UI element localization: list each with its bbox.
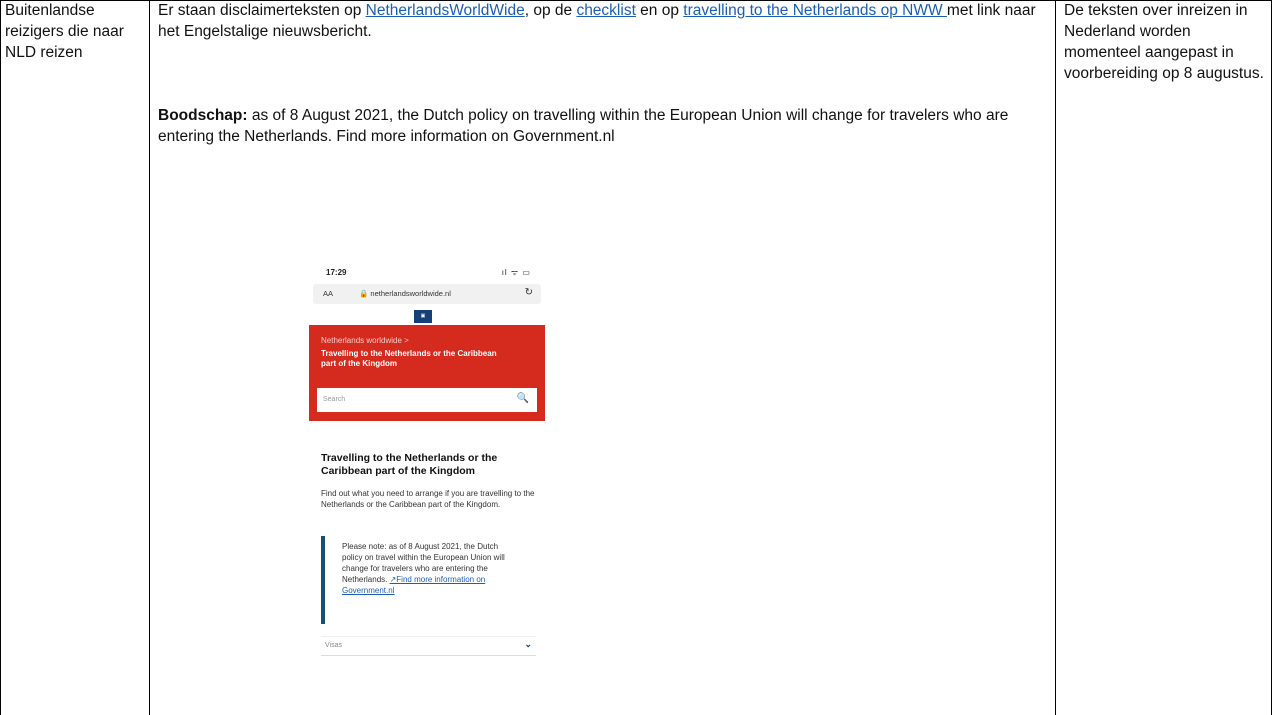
intro-text-start: Er staan disclaimerteksten op	[158, 2, 366, 19]
column-divider-1	[149, 0, 150, 715]
phone-visas-accordion: Visas ⌄	[321, 636, 536, 656]
link-checklist[interactable]: checklist	[576, 2, 635, 19]
phone-url-bar: AA 🔒 netherlandsworldwide.nl ↻	[313, 284, 541, 304]
signal-battery-icon: ıl ᯤ ▭	[501, 268, 531, 277]
government-logo: ▣	[414, 310, 432, 323]
boodschap-text: as of 8 August 2021, the Dutch policy on…	[158, 107, 1009, 145]
phone-page-title: Travelling to the Netherlands or the Car…	[321, 452, 498, 477]
phone-search-box: Search 🔍	[317, 388, 537, 412]
phone-url: 🔒 netherlandsworldwide.nl	[359, 289, 451, 298]
phone-screenshot: 17:29 ıl ᯤ ▭ AA 🔒 netherlandsworldwide.n…	[309, 262, 545, 670]
reload-icon: ↻	[524, 287, 533, 298]
link-travelling-to-netherlands[interactable]: travelling to the Netherlands op NWW	[683, 2, 947, 19]
message-cell: Er staan disclaimerteksten op Netherland…	[158, 0, 1038, 147]
status-cell: De teksten over inreizen in Nederland wo…	[1064, 2, 1264, 82]
audience-cell: Buitenlandse reizigers die naar NLD reiz…	[5, 2, 124, 61]
link-netherlandsworldwide[interactable]: NetherlandsWorldWide	[366, 2, 525, 19]
phone-search-placeholder: Search	[323, 396, 346, 403]
phone-time: 17:29	[326, 268, 347, 277]
column-divider-2	[1055, 0, 1056, 715]
text-size-icon: AA	[323, 289, 334, 298]
phone-note: Please note: as of 8 August 2021, the Du…	[342, 541, 512, 596]
boodschap-label: Boodschap:	[158, 107, 248, 124]
phone-breadcrumb: Netherlands worldwide >	[321, 336, 409, 345]
intro-text-mid2: en op	[635, 2, 684, 19]
phone-note-accent-bar	[321, 536, 325, 624]
chevron-down-icon: ⌄	[524, 639, 532, 649]
phone-hero-banner: Netherlands worldwide > Travelling to th…	[309, 325, 545, 421]
intro-text-mid1: , op de	[524, 2, 577, 19]
phone-status-bar: 17:29 ıl ᯤ ▭	[309, 262, 545, 284]
table-border-left	[0, 0, 1, 715]
phone-page-description: Find out what you need to arrange if you…	[321, 489, 535, 509]
phone-visas-label: Visas	[325, 642, 342, 649]
phone-hero-title: Travelling to the Netherlands or the Car…	[321, 349, 497, 368]
intro-paragraph: Er staan disclaimerteksten op Netherland…	[158, 0, 1038, 42]
boodschap-paragraph: Boodschap: as of 8 August 2021, the Dutc…	[158, 105, 1038, 147]
search-icon: 🔍	[516, 393, 529, 404]
